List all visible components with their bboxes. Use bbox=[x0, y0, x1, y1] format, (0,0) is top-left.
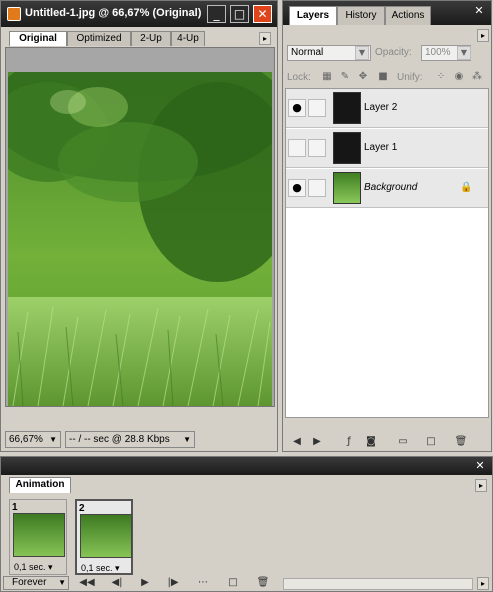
add-style-icon[interactable]: ƒ bbox=[341, 435, 357, 449]
frame-thumbnail bbox=[13, 513, 65, 557]
unify-label: Unify: bbox=[397, 72, 423, 83]
zoom-dropdown-icon[interactable]: ▼ bbox=[49, 432, 57, 447]
add-mask-icon[interactable]: ◙ bbox=[363, 435, 379, 449]
lock-brush-icon[interactable]: ✎ bbox=[339, 71, 351, 83]
frame-delay-value: 0,1 sec. bbox=[14, 562, 46, 572]
tab-4up[interactable]: 4-Up bbox=[171, 31, 205, 46]
blend-mode-dropdown-icon[interactable]: ▼ bbox=[355, 46, 369, 60]
animation-panel-header[interactable]: ✕ bbox=[1, 457, 492, 475]
unify-style-icon[interactable]: ⁂ bbox=[471, 71, 483, 83]
download-info: -- / -- sec @ 28.8 Kbps bbox=[69, 434, 170, 445]
tab-animation[interactable]: Animation bbox=[9, 477, 71, 493]
unify-visibility-icon[interactable]: ◉ bbox=[453, 71, 465, 83]
opacity-value: 100% bbox=[425, 47, 451, 58]
link-box[interactable] bbox=[308, 179, 326, 197]
animation-frame-1[interactable]: 1 0,1 sec. ▾ bbox=[9, 499, 67, 575]
animation-menu-arrow-icon[interactable]: ▸ bbox=[475, 479, 487, 492]
tab-optimized[interactable]: Optimized bbox=[67, 31, 131, 46]
view-tabs: Original Optimized 2-Up 4-Up ▸ bbox=[5, 31, 275, 46]
panel-close-icon[interactable]: ✕ bbox=[474, 460, 486, 472]
frame-number: 1 bbox=[12, 502, 18, 513]
animation-frame-2[interactable]: 2 0,1 sec. ▾ bbox=[75, 499, 133, 575]
close-button[interactable]: ✕ bbox=[253, 5, 272, 23]
document-title: Untitled-1.jpg @ 66,67% (Original) bbox=[25, 7, 202, 19]
next-frame-icon[interactable]: |▶ bbox=[165, 576, 181, 590]
frame-thumbnail bbox=[80, 514, 132, 558]
loop-value: Forever bbox=[12, 577, 47, 588]
layer-thumbnail bbox=[333, 92, 361, 124]
zoom-field[interactable]: 66,67% ▼ bbox=[5, 431, 61, 448]
document-titlebar[interactable]: Untitled-1.jpg @ 66,67% (Original) _ □ ✕ bbox=[1, 1, 277, 27]
status-bar: 66,67% ▼ -- / -- sec @ 28.8 Kbps ▼ bbox=[5, 431, 275, 448]
tween-icon[interactable]: ⋯ bbox=[195, 576, 211, 590]
frame-delay[interactable]: 0,1 sec. ▾ bbox=[14, 562, 53, 573]
panel-close-icon[interactable]: ✕ bbox=[473, 5, 485, 17]
minimize-button[interactable]: _ bbox=[207, 5, 226, 23]
new-layer-icon[interactable]: □ bbox=[423, 435, 439, 449]
layer-list: ● Layer 2 Layer 1 ● Background 🔒 bbox=[285, 88, 489, 418]
link-box[interactable] bbox=[308, 139, 326, 157]
frames-scrollbar[interactable] bbox=[283, 578, 473, 590]
delete-layer-icon[interactable]: 🗑 bbox=[453, 435, 469, 449]
layers-menu-arrow-icon[interactable]: ▸ bbox=[477, 29, 489, 42]
frame-number: 2 bbox=[79, 503, 85, 514]
opacity-label: Opacity: bbox=[375, 47, 412, 58]
lock-label: Lock: bbox=[287, 72, 311, 83]
lock-move-icon[interactable]: ✥ bbox=[357, 71, 369, 83]
layer-thumbnail bbox=[333, 132, 361, 164]
canvas-area[interactable] bbox=[5, 47, 275, 407]
delete-frame-icon[interactable]: 🗑 bbox=[255, 576, 271, 590]
zoom-value: 66,67% bbox=[9, 434, 43, 445]
layer-row-layer1[interactable]: Layer 1 bbox=[286, 129, 488, 168]
blend-mode-value: Normal bbox=[291, 47, 324, 58]
animation-footer: Forever ▼ ◀◀ ◀| ▶ |▶ ⋯ □ 🗑 ▸ bbox=[3, 576, 491, 591]
photoshop-doc-icon bbox=[7, 7, 21, 21]
forest-image bbox=[8, 72, 272, 406]
document-window: Untitled-1.jpg @ 66,67% (Original) _ □ ✕… bbox=[0, 0, 278, 452]
visibility-eye-icon[interactable]: ● bbox=[288, 179, 306, 197]
frame-delay-value: 0,1 sec. bbox=[81, 563, 113, 573]
download-info-field[interactable]: -- / -- sec @ 28.8 Kbps ▼ bbox=[65, 431, 195, 448]
layer-row-background[interactable]: ● Background 🔒 bbox=[286, 169, 488, 208]
tab-history[interactable]: History bbox=[337, 6, 385, 25]
animation-panel: ✕ Animation ▸ 1 0,1 sec. ▾ 2 0,1 sec. ▾ … bbox=[0, 456, 493, 592]
download-dropdown-icon[interactable]: ▼ bbox=[183, 432, 191, 447]
layer-thumbnail bbox=[333, 172, 361, 204]
layers-bottom-toolbar: ◀ ▶ ƒ ◙ ▭ □ 🗑 bbox=[283, 433, 491, 451]
tab-original[interactable]: Original bbox=[9, 31, 67, 46]
next-frame-icon[interactable]: ▶ bbox=[309, 435, 325, 449]
layer-row-layer2[interactable]: ● Layer 2 bbox=[286, 89, 488, 128]
loop-select[interactable]: Forever ▼ bbox=[3, 576, 69, 590]
view-menu-arrow-icon[interactable]: ▸ bbox=[259, 32, 271, 45]
visibility-eye-icon[interactable]: ● bbox=[288, 99, 306, 117]
layer-lock-icon: 🔒 bbox=[460, 182, 473, 193]
visibility-box[interactable] bbox=[288, 139, 306, 157]
layers-panel: ✕ Layers History Actions ▸ Normal ▼ Opac… bbox=[282, 0, 492, 452]
tab-layers[interactable]: Layers bbox=[289, 6, 337, 25]
first-frame-icon[interactable]: ◀◀ bbox=[79, 576, 95, 590]
play-icon[interactable]: ▶ bbox=[137, 576, 153, 590]
previous-frame-icon[interactable]: ◀ bbox=[289, 435, 305, 449]
opacity-dropdown-icon[interactable]: ▼ bbox=[457, 46, 471, 60]
lock-all-icon[interactable]: ■ bbox=[377, 71, 389, 83]
previous-frame-icon[interactable]: ◀| bbox=[109, 576, 125, 590]
duplicate-frame-icon[interactable]: □ bbox=[225, 576, 241, 590]
maximize-button[interactable]: □ bbox=[230, 5, 249, 23]
layer-name: Background bbox=[364, 182, 418, 193]
tab-2up[interactable]: 2-Up bbox=[131, 31, 171, 46]
scroll-right-icon[interactable]: ▸ bbox=[477, 577, 489, 590]
layer-name: Layer 1 bbox=[364, 142, 398, 153]
tab-actions[interactable]: Actions bbox=[385, 6, 431, 25]
new-group-icon[interactable]: ▭ bbox=[395, 435, 411, 449]
layer-name: Layer 2 bbox=[364, 102, 398, 113]
loop-dropdown-icon[interactable]: ▼ bbox=[58, 577, 66, 589]
lock-transparency-icon[interactable]: ▦ bbox=[321, 71, 333, 83]
frame-delay[interactable]: 0,1 sec. ▾ bbox=[81, 563, 120, 574]
link-box[interactable] bbox=[308, 99, 326, 117]
unify-position-icon[interactable]: ⁘ bbox=[435, 71, 447, 83]
